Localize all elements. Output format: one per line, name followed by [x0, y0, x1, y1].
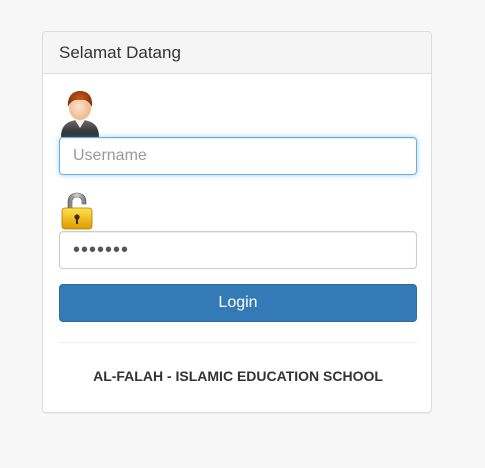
- panel-title: Selamat Datang: [59, 43, 181, 62]
- school-name: AL-FALAH - ISLAMIC EDUCATION SCHOOL: [93, 368, 383, 384]
- password-input[interactable]: [59, 231, 417, 269]
- panel-heading: Selamat Datang: [43, 32, 431, 74]
- divider: [59, 342, 417, 343]
- padlock-icon: [61, 192, 93, 230]
- login-button[interactable]: Login: [59, 284, 417, 322]
- user-avatar-icon: [61, 91, 99, 137]
- username-input[interactable]: [59, 137, 417, 175]
- login-panel: Selamat Datang Username ••••••• Login AL…: [42, 31, 432, 413]
